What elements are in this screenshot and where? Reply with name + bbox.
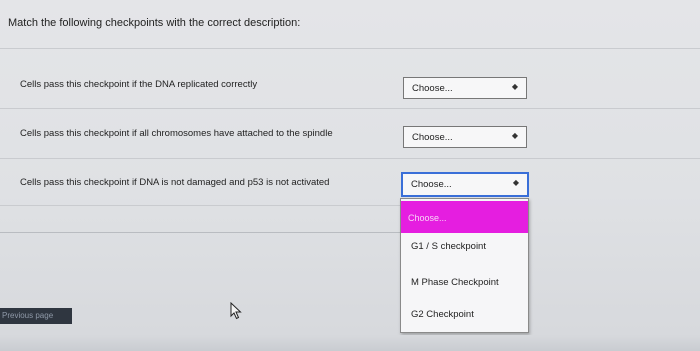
up-down-arrows-icon: ◆ <box>511 131 518 140</box>
row-3-select-value: Choose... <box>411 179 452 190</box>
divider <box>0 205 400 206</box>
dropdown-option-label: G2 Checkpoint <box>411 309 474 320</box>
row-1-description: Cells pass this checkpoint if the DNA re… <box>20 79 258 90</box>
row-2-description: Cells pass this checkpoint if all chromo… <box>20 128 333 139</box>
divider <box>0 108 700 109</box>
row-3-description: Cells pass this checkpoint if DNA is not… <box>20 177 330 188</box>
previous-page-button[interactable]: Previous page <box>0 308 72 324</box>
row-2-select-value: Choose... <box>412 132 453 143</box>
page-footer-shadow <box>0 335 700 351</box>
page-background <box>0 0 700 351</box>
mouse-pointer-icon <box>230 301 242 325</box>
dropdown-option-label: M Phase Checkpoint <box>411 277 499 288</box>
up-down-arrows-icon: ◆ <box>511 82 518 91</box>
dropdown-option-label: G1 / S checkpoint <box>411 241 486 252</box>
divider <box>0 48 700 49</box>
dropdown-option-label: Choose... <box>408 213 447 223</box>
row-1-select-value: Choose... <box>412 83 453 94</box>
row-3-select[interactable]: Choose... ◆ <box>401 172 529 197</box>
select-dropdown-list: Choose... G1 / S checkpoint M Phase Chec… <box>400 198 529 333</box>
divider <box>0 158 700 159</box>
previous-page-label: Previous page <box>2 311 54 320</box>
question-instruction: Match the following checkpoints with the… <box>8 17 301 29</box>
row-2-select[interactable]: Choose... ◆ <box>403 126 527 148</box>
dropdown-option-choose[interactable]: Choose... <box>401 201 528 233</box>
up-down-arrows-icon: ◆ <box>512 178 519 187</box>
row-1-select[interactable]: Choose... ◆ <box>403 77 527 99</box>
divider <box>0 232 400 233</box>
